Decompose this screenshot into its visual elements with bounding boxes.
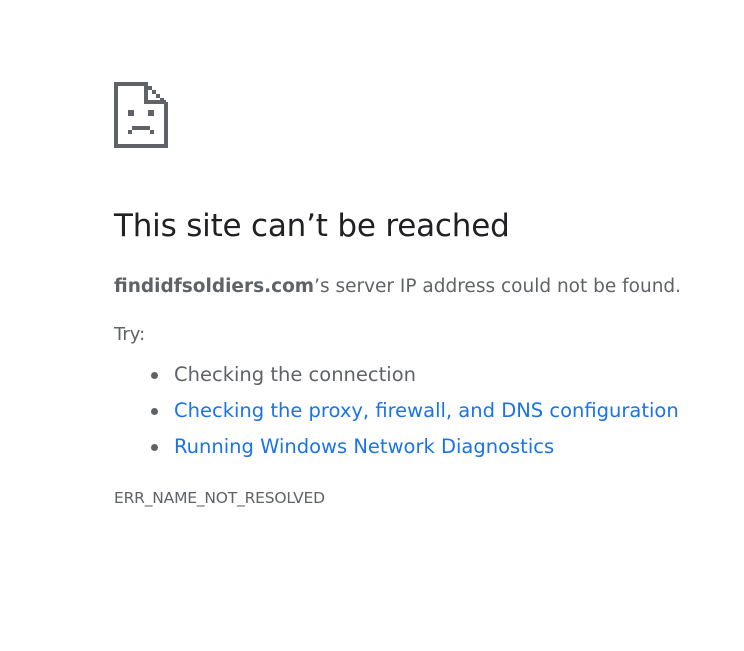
bullet-icon [151, 372, 158, 379]
suggestion-network-diagnostics: Running Windows Network Diagnostics [151, 429, 679, 465]
sad-page-icon [114, 82, 168, 148]
error-page: This site can’t be reached findidfsoldie… [114, 82, 714, 507]
bullet-icon [151, 444, 158, 451]
suggestions-list: Checking the connection Checking the pro… [114, 357, 679, 465]
suggestion-label: Checking the connection [174, 363, 416, 386]
error-summary-text: ’s server IP address could not be found. [314, 276, 682, 297]
error-code: ERR_NAME_NOT_RESOLVED [114, 489, 325, 507]
suggestion-check-connection: Checking the connection [151, 357, 679, 393]
error-summary: findidfsoldiers.com’s server IP address … [114, 276, 681, 297]
page-title: This site can’t be reached [114, 208, 510, 244]
try-label: Try: [114, 324, 146, 345]
network-diagnostics-link[interactable]: Running Windows Network Diagnostics [174, 435, 554, 458]
suggestion-check-proxy: Checking the proxy, firewall, and DNS co… [151, 393, 679, 429]
error-host: findidfsoldiers.com [114, 276, 315, 297]
bullet-icon [151, 408, 158, 415]
check-proxy-link[interactable]: Checking the proxy, firewall, and DNS co… [174, 399, 679, 422]
